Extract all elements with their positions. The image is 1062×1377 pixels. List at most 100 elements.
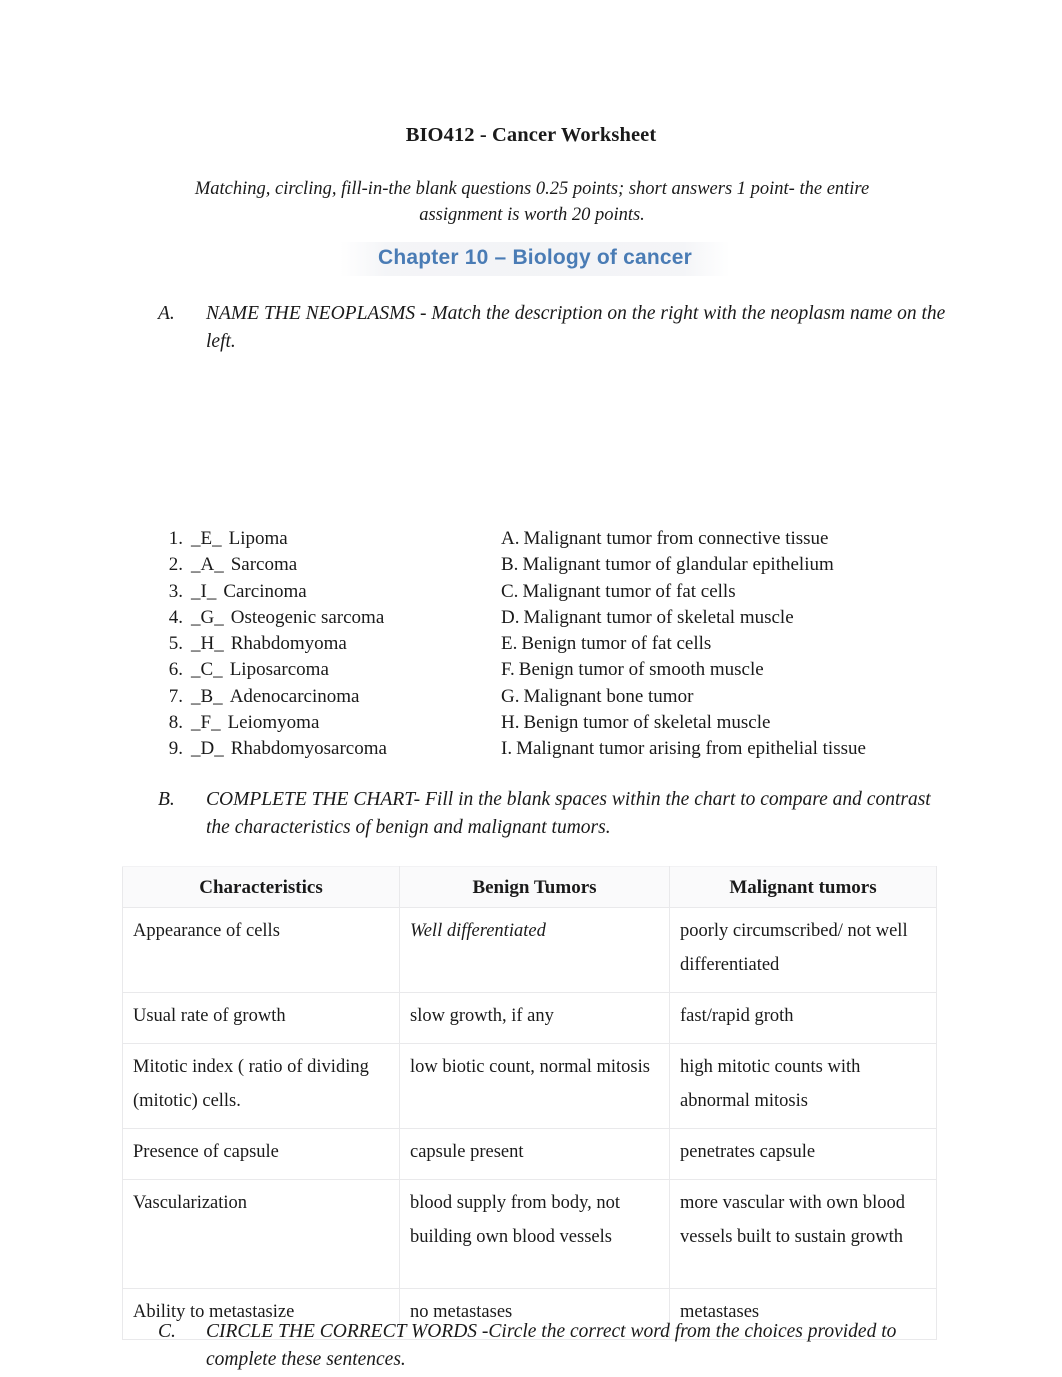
section-a-heading: A. NAME THE NEOPLASMS - Match the descri…: [158, 300, 948, 356]
term-label: Leiomyoma: [227, 712, 320, 734]
list-item: 5. _H_ Rhabdomyoma: [156, 631, 496, 657]
cell-characteristic: Presence of capsule: [122, 1128, 400, 1180]
definition-text: Malignant tumor from connective tissue: [523, 528, 829, 549]
term-label: Adenocarcinoma: [229, 685, 360, 707]
list-item: F. Benign tumor of smooth muscle: [501, 657, 961, 683]
term-label: Sarcoma: [230, 554, 298, 576]
list-item: C. Malignant tumor of fat cells: [501, 579, 961, 605]
answer-blank[interactable]: _G_: [191, 605, 224, 631]
page-title: BIO412 - Cancer Worksheet: [405, 124, 657, 146]
table-row: Usual rate of growth slow growth, if any…: [122, 992, 937, 1044]
term-label: Rhabdomyoma: [230, 633, 347, 655]
term-label: Liposarcoma: [229, 659, 329, 681]
list-item: 4. _G_ Osteogenic sarcoma: [156, 605, 496, 631]
answer-blank[interactable]: _H_: [191, 631, 224, 657]
cell-benign[interactable]: slow growth, if any: [399, 992, 670, 1044]
answer-blank[interactable]: _E_: [191, 526, 222, 552]
section-b-title: COMPLETE THE CHART: [206, 789, 414, 810]
table-row: Mitotic index ( ratio of dividing (mitot…: [122, 1043, 937, 1129]
list-item: I. Malignant tumor arising from epithelia…: [501, 736, 961, 762]
list-item: B. Malignant tumor of glandular epitheliu…: [501, 552, 961, 578]
term-label: Rhabdomyosarcoma: [230, 738, 387, 760]
worksheet-page: BIO412 - Cancer Worksheet Matching, circ…: [0, 0, 1062, 1377]
item-number: 2.: [168, 554, 183, 576]
cell-malignant[interactable]: more vascular with own blood vessels bui…: [669, 1179, 937, 1289]
section-c-title: CIRCLE THE CORRECT WORDS: [206, 1321, 478, 1342]
cell-characteristic: Mitotic index ( ratio of dividing (mitot…: [122, 1043, 400, 1129]
cell-malignant[interactable]: high mitotic counts with abnormal mitosi…: [669, 1043, 937, 1129]
item-number: 9.: [168, 738, 183, 760]
section-a-marker: A.: [158, 303, 175, 324]
column-header-characteristics: Characteristics: [122, 866, 400, 908]
definition-letter: E.: [501, 633, 518, 655]
definition-letter: A.: [501, 528, 520, 549]
definition-text: Malignant tumor of fat cells: [522, 580, 736, 602]
answer-blank[interactable]: _B_: [191, 684, 223, 710]
section-b-heading: B. COMPLETE THE CHART- Fill in the blank…: [158, 786, 948, 842]
item-number: 3.: [168, 580, 183, 602]
item-number: 7.: [168, 685, 183, 707]
matching-terms-list: 1. _E_ Lipoma 2. _A_ Sarcoma 3. _I_ Carcinoma …: [156, 526, 496, 763]
definition-text: Benign tumor of skeletal muscle: [523, 712, 771, 734]
section-b-marker: B.: [158, 789, 175, 810]
item-number: 8.: [168, 712, 183, 734]
definition-text: Malignant tumor arising from epithelial …: [516, 738, 866, 760]
answer-blank[interactable]: _F_: [191, 710, 221, 736]
table-row: Vascularization blood supply from body, …: [122, 1179, 937, 1289]
list-item: 8. _F_ Leiomyoma: [156, 710, 496, 736]
definition-text: Malignant tumor of skeletal muscle: [523, 606, 794, 628]
list-item: 2. _A_ Sarcoma: [156, 552, 496, 578]
definition-letter: B.: [501, 554, 519, 576]
list-item: G. Malignant bone tumor: [501, 684, 961, 710]
definition-text: Benign tumor of fat cells: [521, 633, 712, 655]
benign-malignant-comparison-table: Characteristics Benign Tumors Malignant …: [122, 866, 937, 1340]
definition-letter: D.: [501, 606, 520, 628]
grading-note: Matching, circling, fill-in-the blank qu…: [194, 179, 870, 225]
column-header-benign: Benign Tumors: [399, 866, 670, 908]
list-item: 6. _C_ Liposarcoma: [156, 657, 496, 683]
definition-letter: I.: [501, 738, 513, 760]
answer-blank[interactable]: _A_: [191, 552, 224, 578]
section-c-marker: C.: [158, 1321, 176, 1342]
item-number: 1.: [168, 528, 183, 549]
table-header-row: Characteristics Benign Tumors Malignant …: [122, 866, 937, 908]
cell-malignant[interactable]: fast/rapid groth: [669, 992, 937, 1044]
definition-letter: C.: [501, 580, 519, 602]
answer-blank[interactable]: _D_: [191, 736, 224, 762]
matching-definitions-list: A. Malignant tumor from connective tissue…: [501, 526, 961, 763]
answer-blank[interactable]: _C_: [191, 657, 223, 683]
cell-characteristic: Vascularization: [122, 1179, 400, 1289]
definition-letter: H.: [501, 712, 520, 734]
definition-text: Malignant bone tumor: [523, 685, 694, 707]
section-a-title: NAME THE NEOPLASMS: [206, 303, 416, 324]
item-number: 6.: [168, 659, 183, 681]
cell-malignant[interactable]: penetrates capsule: [669, 1128, 937, 1180]
list-item: E. Benign tumor of fat cells: [501, 631, 961, 657]
table-row: Appearance of cells Well differentiated …: [122, 907, 937, 993]
list-item: D. Malignant tumor of skeletal muscle: [501, 605, 961, 631]
list-item: 3. _I_ Carcinoma: [156, 579, 496, 605]
cell-benign[interactable]: Well differentiated: [399, 907, 670, 993]
column-header-malignant: Malignant tumors: [669, 866, 937, 908]
list-item: 9. _D_ Rhabdomyosarcoma: [156, 736, 496, 762]
definition-text: Benign tumor of smooth muscle: [518, 659, 764, 681]
table-row: Presence of capsule capsule present pene…: [122, 1128, 937, 1180]
cell-benign[interactable]: capsule present: [399, 1128, 670, 1180]
list-item: A. Malignant tumor from connective tissue: [501, 526, 961, 552]
cell-benign[interactable]: low biotic count, normal mitosis: [399, 1043, 670, 1129]
list-item: H. Benign tumor of skeletal muscle: [501, 710, 961, 736]
list-item: 7. _B_ Adenocarcinoma: [156, 684, 496, 710]
cell-malignant[interactable]: poorly circumscribed/ not well different…: [669, 907, 937, 993]
item-number: 4.: [168, 606, 183, 628]
cell-benign[interactable]: blood supply from body, not building own…: [399, 1179, 670, 1289]
definition-text: Malignant tumor of glandular epithelium: [522, 554, 834, 576]
list-item: 1. _E_ Lipoma: [156, 526, 496, 552]
section-c-heading: C. CIRCLE THE CORRECT WORDS -Circle the …: [158, 1318, 948, 1374]
answer-blank[interactable]: _I_: [191, 579, 216, 605]
definition-letter: F.: [501, 659, 515, 681]
item-number: 5.: [168, 633, 183, 655]
term-label: Carcinoma: [223, 580, 307, 602]
chapter-heading: Chapter 10 – Biology of cancer: [340, 242, 730, 276]
definition-letter: G.: [501, 685, 520, 707]
term-label: Osteogenic sarcoma: [230, 606, 385, 628]
